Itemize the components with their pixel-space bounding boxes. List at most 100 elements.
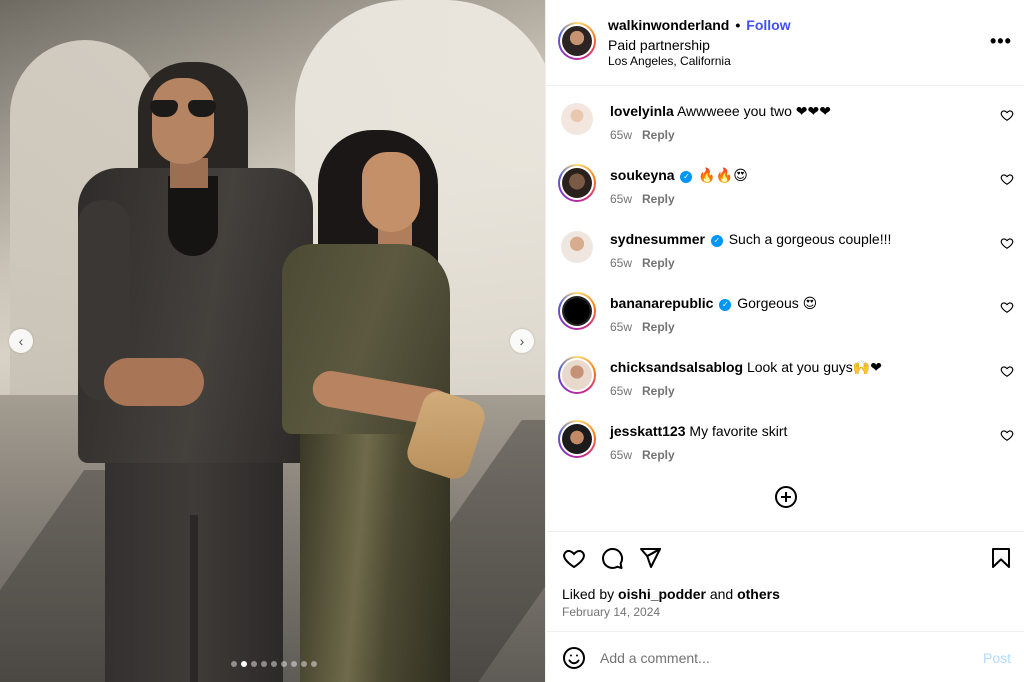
comment-age[interactable]: 65w [610, 384, 632, 398]
man-face [152, 78, 214, 164]
comment-line: jesskatt123 My favorite skirt [610, 423, 787, 439]
carousel-dot [251, 661, 257, 667]
comment-meta: 65w Reply [610, 128, 675, 142]
carousel-dot [261, 661, 267, 667]
commenter-avatar[interactable] [558, 292, 596, 330]
author-username[interactable]: walkinwonderland [608, 17, 729, 33]
commenter-avatar[interactable] [558, 420, 596, 458]
reply-button[interactable]: Reply [642, 384, 675, 398]
post-header: walkinwonderland • Follow Paid partnersh… [546, 0, 1024, 86]
post-actions: Liked by oishi_podder and others Februar… [546, 531, 1024, 631]
post-date[interactable]: February 14, 2024 [562, 605, 660, 619]
comment-meta: 65w Reply [610, 320, 675, 334]
commenter-username[interactable]: chicksandsalsablog [610, 359, 743, 375]
reply-button[interactable]: Reply [642, 448, 675, 462]
comment-like-heart-icon[interactable] [1000, 364, 1014, 378]
carousel-dot [231, 661, 237, 667]
commenter-username[interactable]: soukeyna [610, 167, 675, 183]
comment-like-heart-icon[interactable] [1000, 300, 1014, 314]
verified-badge-icon: ✓ [680, 171, 693, 183]
carousel-dot [291, 661, 297, 667]
post-photo[interactable]: ‹ › [0, 0, 545, 682]
carousel-indicator [231, 661, 317, 667]
verified-badge-icon: ✓ [710, 235, 723, 247]
comment-text: Look at you guys🙌❤ [746, 359, 882, 375]
reply-button[interactable]: Reply [642, 192, 675, 206]
chevron-left-icon[interactable]: ‹ [9, 329, 33, 353]
commenter-avatar[interactable] [558, 164, 596, 202]
comment-age[interactable]: 65w [610, 448, 632, 462]
liked-others-link[interactable]: others [737, 586, 780, 602]
comment-meta: 65w Reply [610, 256, 675, 270]
carousel-dot [281, 661, 287, 667]
comment-age[interactable]: 65w [610, 320, 632, 334]
commenter-avatar[interactable] [558, 356, 596, 394]
liked-prefix: Liked by [562, 586, 615, 602]
carousel-dot [271, 661, 277, 667]
verified-badge-icon: ✓ [719, 299, 732, 311]
comment-line: bananarepublic ✓ Gorgeous 😍 [610, 295, 817, 312]
post-button[interactable]: Post [983, 650, 1011, 666]
commenter-username[interactable]: jesskatt123 [610, 423, 686, 439]
comment-like-heart-icon[interactable] [1000, 428, 1014, 442]
comment-age[interactable]: 65w [610, 256, 632, 270]
reply-button[interactable]: Reply [642, 320, 675, 334]
carousel-dot [301, 661, 307, 667]
load-more-comments-icon[interactable] [774, 485, 798, 509]
comment-age[interactable]: 65w [610, 192, 632, 206]
comment-item: soukeyna ✓ 🔥🔥😍 65w Reply [546, 160, 1024, 224]
man-sunglasses [150, 100, 216, 118]
commenter-username[interactable]: sydnesummer [610, 231, 705, 247]
woman-face [362, 152, 420, 232]
comment-item: sydnesummer ✓ Such a gorgeous couple!!! 6… [546, 224, 1024, 288]
commenter-avatar[interactable] [561, 231, 593, 263]
comment-line: soukeyna ✓ 🔥🔥😍 [610, 167, 748, 184]
bookmark-icon[interactable] [989, 546, 1013, 570]
comment-like-heart-icon[interactable] [1000, 236, 1014, 250]
separator-dot: • [735, 17, 741, 33]
comment-text: Awwweee you two ❤❤❤ [676, 103, 831, 119]
comment-item: lovelyinla Awwweee you two ❤❤❤ 65w Reply [546, 96, 1024, 160]
liked-and: and [709, 586, 734, 602]
liked-user-link[interactable]: oishi_podder [618, 586, 706, 602]
man-hands [104, 358, 204, 406]
comment-composer: Post [546, 631, 1024, 682]
comment-line: sydnesummer ✓ Such a gorgeous couple!!! [610, 231, 891, 247]
commenter-username[interactable]: bananarepublic [610, 295, 713, 311]
chevron-right-icon[interactable]: › [510, 329, 534, 353]
comment-item: jesskatt123 My favorite skirt 65w Reply [546, 416, 1024, 480]
paid-partnership-label[interactable]: Paid partnership [608, 37, 710, 53]
man-trousers [105, 455, 283, 682]
more-options-icon[interactable]: ••• [990, 31, 1012, 52]
likes-summary: Liked by oishi_podder and others [562, 586, 780, 602]
man-shirt [168, 176, 218, 256]
comment-item: bananarepublic ✓ Gorgeous 😍 65w Reply [546, 288, 1024, 352]
comment-line: chicksandsalsablog Look at you guys🙌❤ [610, 359, 882, 376]
comment-text: Gorgeous 😍 [737, 295, 818, 311]
comment-text: My favorite skirt [689, 423, 788, 439]
author-avatar[interactable] [558, 22, 596, 60]
comment-like-heart-icon[interactable] [1000, 108, 1014, 122]
share-icon[interactable] [638, 546, 662, 570]
carousel-dot [311, 661, 317, 667]
comment-meta: 65w Reply [610, 448, 675, 462]
reply-button[interactable]: Reply [642, 128, 675, 142]
comment-input[interactable] [600, 645, 960, 671]
comment-text: 🔥🔥😍 [698, 167, 748, 183]
comment-meta: 65w Reply [610, 384, 675, 398]
post-side-panel: walkinwonderland • Follow Paid partnersh… [545, 0, 1024, 682]
location-link[interactable]: Los Angeles, California [608, 54, 731, 68]
comment-age[interactable]: 65w [610, 128, 632, 142]
commenter-username[interactable]: lovelyinla [610, 103, 674, 119]
commenter-avatar[interactable] [561, 103, 593, 135]
follow-button[interactable]: Follow [746, 17, 790, 33]
comment-line: lovelyinla Awwweee you two ❤❤❤ [610, 103, 831, 120]
comment-icon[interactable] [600, 546, 624, 570]
emoji-icon[interactable] [562, 646, 586, 670]
comment-text: Such a gorgeous couple!!! [728, 231, 892, 247]
reply-button[interactable]: Reply [642, 256, 675, 270]
comment-like-heart-icon[interactable] [1000, 172, 1014, 186]
heart-icon[interactable] [562, 546, 586, 570]
comment-meta: 65w Reply [610, 192, 675, 206]
carousel-dot [241, 661, 247, 667]
